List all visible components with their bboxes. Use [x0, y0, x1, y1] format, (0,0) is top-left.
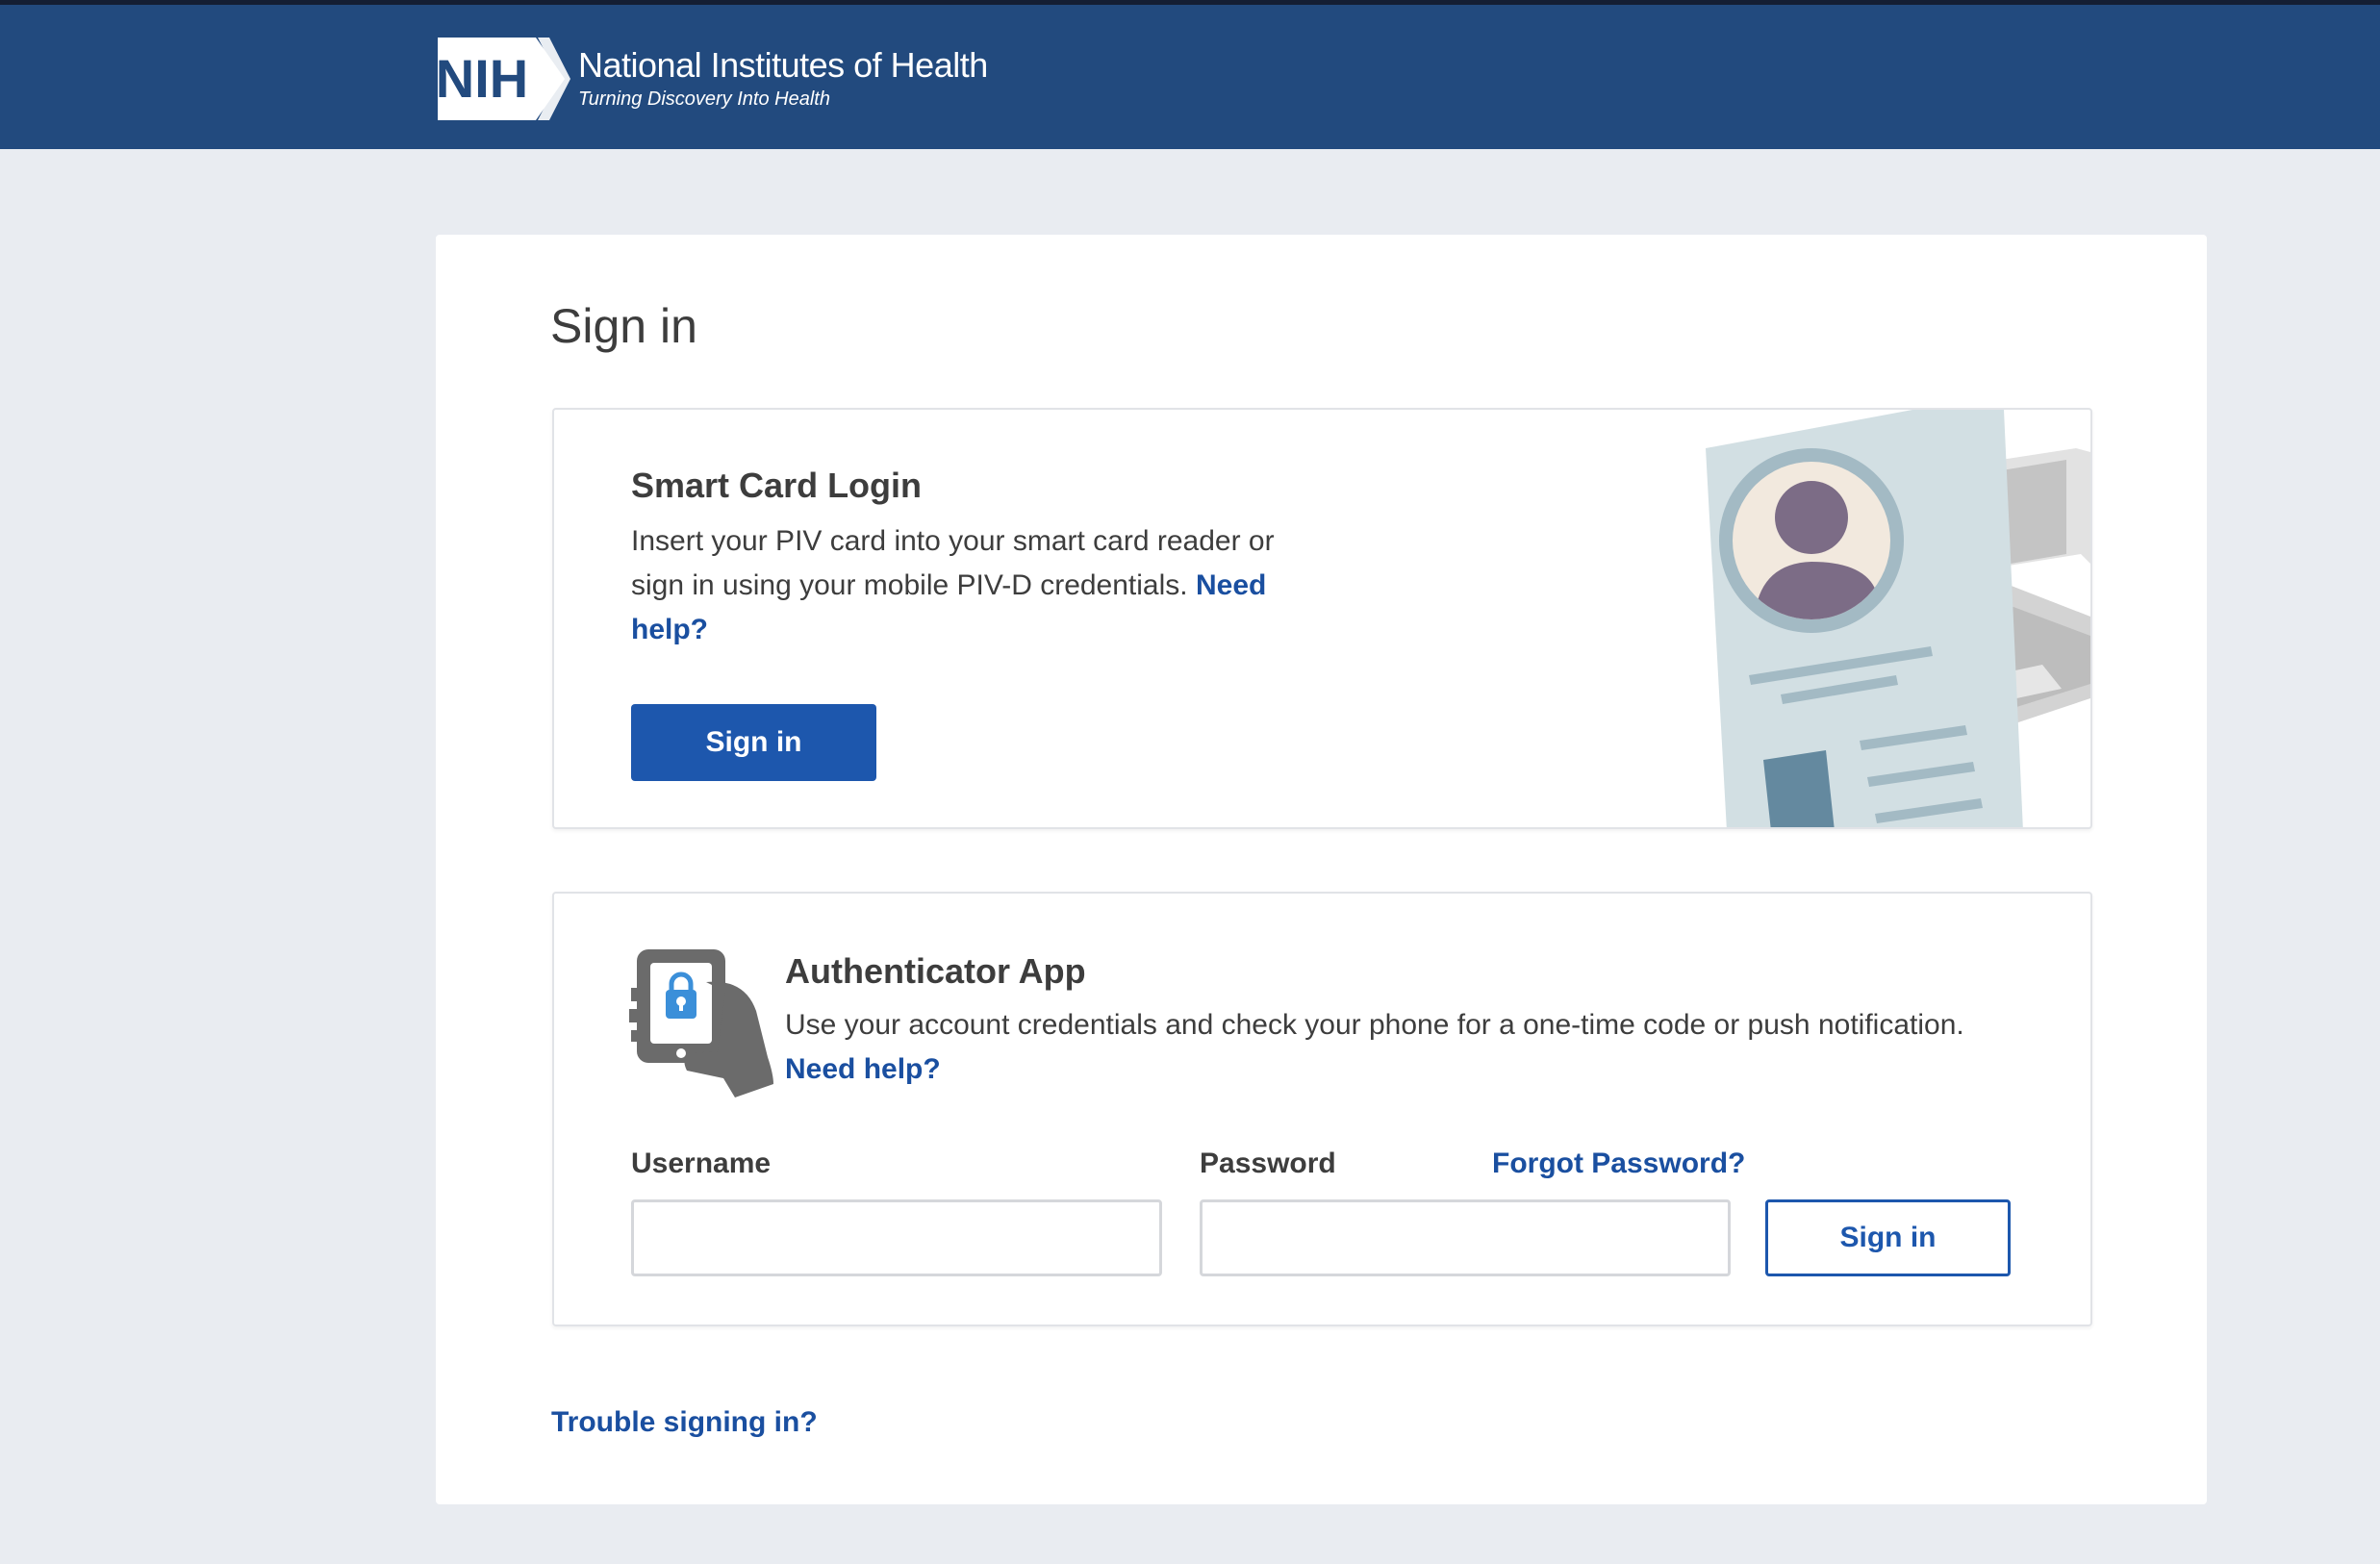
authenticator-description: Use your account credentials and check y…	[785, 1003, 2055, 1092]
phone-lock-icon	[629, 949, 773, 1097]
smart-card-login-card: Smart Card Login Insert your PIV card in…	[552, 408, 2092, 829]
authenticator-title: Authenticator App	[785, 951, 1086, 991]
username-label: Username	[631, 1148, 772, 1179]
username-input[interactable]	[631, 1199, 1162, 1276]
site-tagline: Turning Discovery Into Health	[578, 88, 830, 110]
site-header: NIH National Institutes of Health Turnin…	[0, 5, 2380, 149]
trouble-signing-in-link[interactable]: Trouble signing in?	[551, 1406, 818, 1439]
smart-card-description: Insert your PIV card into your smart car…	[631, 519, 1304, 652]
nih-logo-mark: NIH	[436, 38, 570, 120]
smart-card-sign-in-button[interactable]: Sign in	[631, 704, 876, 781]
site-title: National Institutes of Health	[578, 45, 988, 85]
authenticator-sign-in-button[interactable]: Sign in	[1765, 1199, 2011, 1276]
password-label: Password	[1200, 1148, 1336, 1179]
authenticator-help-link[interactable]: Need help?	[785, 1053, 941, 1085]
authenticator-description-text: Use your account credentials and check y…	[785, 1009, 1964, 1041]
password-input[interactable]	[1200, 1199, 1731, 1276]
page-title: Sign in	[550, 299, 697, 353]
nih-logo[interactable]: NIH National Institutes of Health Turnin…	[436, 36, 988, 122]
authenticator-app-card: Authenticator App Use your account crede…	[552, 892, 2092, 1326]
forgot-password-link[interactable]: Forgot Password?	[1492, 1148, 1745, 1180]
sign-in-panel: Sign in Smart Card Login Insert your PIV…	[436, 235, 2207, 1504]
smart-card-title: Smart Card Login	[631, 466, 923, 505]
svg-text:NIH: NIH	[436, 48, 528, 109]
id-card-illustration	[1706, 410, 2090, 827]
smart-card-description-text: Insert your PIV card into your smart car…	[631, 525, 1275, 601]
logo-text: National Institutes of Health Turning Di…	[578, 46, 988, 112]
